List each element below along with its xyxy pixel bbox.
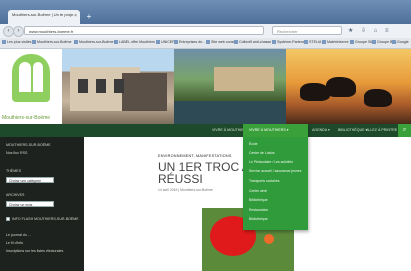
bookmark[interactable]: Site web conseil: [206, 40, 237, 44]
search-icon[interactable]: ⌕: [398, 124, 411, 137]
bookmark[interactable]: Groupe SIB: [350, 40, 374, 44]
dropdown-item[interactable]: Centre de Loisirs: [249, 151, 275, 155]
rss-link[interactable]: Nos flux RSS: [6, 151, 27, 155]
bookmark[interactable]: Les plus visités: [2, 40, 31, 44]
web-page: Mouthiers-sur-Boëme VIVRE À MOUTHIERS ▾ …: [0, 49, 411, 271]
bookmark[interactable]: LABEL offre Mouthiers: [114, 40, 155, 44]
post-category[interactable]: ENVIRONNEMENT, MANIFESTATIONS: [158, 154, 232, 158]
post-meta: 14 avril 2016 | Mouthiers-sur-Boëme: [158, 188, 213, 192]
dropdown-item[interactable]: Transports scolaires: [249, 179, 279, 183]
forward-icon[interactable]: ›: [13, 26, 24, 37]
site-title[interactable]: Mouthiers-sur-Boëme: [2, 115, 50, 121]
town-shape: [214, 67, 274, 91]
browser-navbar: ‹ › www.mouthiers-boeme.fr Rechercher ★ …: [0, 24, 411, 38]
banner-photo-river: [174, 49, 286, 124]
bookmark[interactable]: Mouthiers-sur-Boëme: [32, 40, 72, 44]
sidebar-link[interactable]: Le fil d’info: [6, 241, 23, 245]
themes-heading: THÈMES: [6, 169, 21, 173]
bookmark[interactable]: Mouthiers-sur-Boëme: [74, 40, 114, 44]
sidebar: MOUTHIERS-SUR-BOËME Nos flux RSS THÈMES …: [0, 137, 84, 271]
sidebar-link[interactable]: Inscriptions sur les listes électorales: [6, 249, 63, 253]
url-bar[interactable]: www.mouthiers-boeme.fr: [24, 26, 264, 35]
bookmark[interactable]: STELIA: [304, 40, 321, 44]
post-title-continued[interactable]: RÉUSSI: [158, 173, 203, 185]
checkbox-label: INFO FLASH MOUTHIERS-SUR-BOËME: [12, 217, 79, 221]
tab-title: Mouthiers-sur-Boëme | Un te proje...: [12, 12, 77, 17]
banner-photo-horses: [286, 49, 411, 124]
browser-search-input[interactable]: Rechercher: [272, 26, 342, 35]
bookmark[interactable]: Matérielserve: [322, 40, 349, 44]
flower-shape: [264, 234, 274, 244]
browser-tab[interactable]: Mouthiers-sur-Boëme | Un te proje... ×: [8, 10, 80, 24]
info-flash-checkbox[interactable]: [6, 217, 10, 221]
nav-dropdown: VIVRE À MOUTHIERS ▾ École Centre de Lois…: [243, 124, 308, 230]
bookmark[interactable]: UNICEF: [156, 40, 174, 44]
themes-select[interactable]: Choisir une catégorie: [6, 177, 54, 183]
water-shape: [174, 101, 286, 124]
bookmark[interactable]: Collectif anti-chasse: [234, 40, 271, 44]
sidebar-link[interactable]: Le journal du ...: [6, 233, 31, 237]
window-shape: [114, 79, 124, 93]
archives-select[interactable]: Choisir un mois: [6, 201, 54, 207]
bookmark[interactable]: Système-Partenai: [272, 40, 306, 44]
close-icon[interactable]: ×: [74, 13, 77, 19]
nav-item[interactable]: BIBLIOTHÈQUE ▾: [338, 128, 367, 132]
logo-window: [33, 62, 43, 92]
main-nav: VIVRE À MOUTHIERS ▾ AGENDA ▾ BIBLIOTHÈQU…: [0, 124, 411, 137]
bookmarks-bar: Les plus visités Mouthiers-sur-Boëme Mou…: [0, 38, 411, 49]
archives-heading: ARCHIVES: [6, 193, 25, 197]
site-logo[interactable]: [0, 49, 62, 121]
browser-tabbar: Mouthiers-sur-Boëme | Un te proje... × +: [0, 0, 411, 24]
dropdown-header[interactable]: VIVRE À MOUTHIERS ▾: [243, 124, 308, 137]
dropdown-header-label: VIVRE À MOUTHIERS ▾: [249, 128, 289, 132]
dropdown-item[interactable]: École: [249, 142, 257, 146]
nav-item[interactable]: ALLEZ À PRINTRE: [366, 128, 397, 132]
toolbar-icons[interactable]: ★ ⇩ ⌂ ≡: [348, 27, 392, 34]
bookmark[interactable]: Entreprises de...: [174, 40, 205, 44]
horse-silhouette: [326, 77, 356, 97]
dropdown-item[interactable]: Service accueil / assurance-jeunes: [249, 169, 301, 173]
logo-arch-icon: [12, 54, 50, 102]
nav-item[interactable]: AGENDA ▾: [312, 128, 330, 132]
logo-window: [19, 62, 31, 92]
dropdown-item[interactable]: Restauration: [249, 208, 268, 212]
banner-photo-buildings: [62, 49, 174, 124]
window-shape: [96, 79, 106, 93]
bookmark[interactable]: Google: [392, 40, 409, 44]
new-tab-button[interactable]: +: [84, 12, 94, 22]
sidebar-title: MOUTHIERS-SUR-BOËME: [6, 143, 51, 147]
building-shape: [122, 73, 167, 111]
dropdown-item[interactable]: Centre aéré: [249, 189, 267, 193]
horse-silhouette: [364, 89, 392, 107]
dropdown-item[interactable]: Le Périscolaire / Les activités: [249, 160, 293, 164]
dropdown-item[interactable]: Bibliothèque: [249, 198, 268, 202]
dropdown-item[interactable]: Bibliothèque: [249, 217, 268, 221]
window-shape: [78, 79, 88, 93]
